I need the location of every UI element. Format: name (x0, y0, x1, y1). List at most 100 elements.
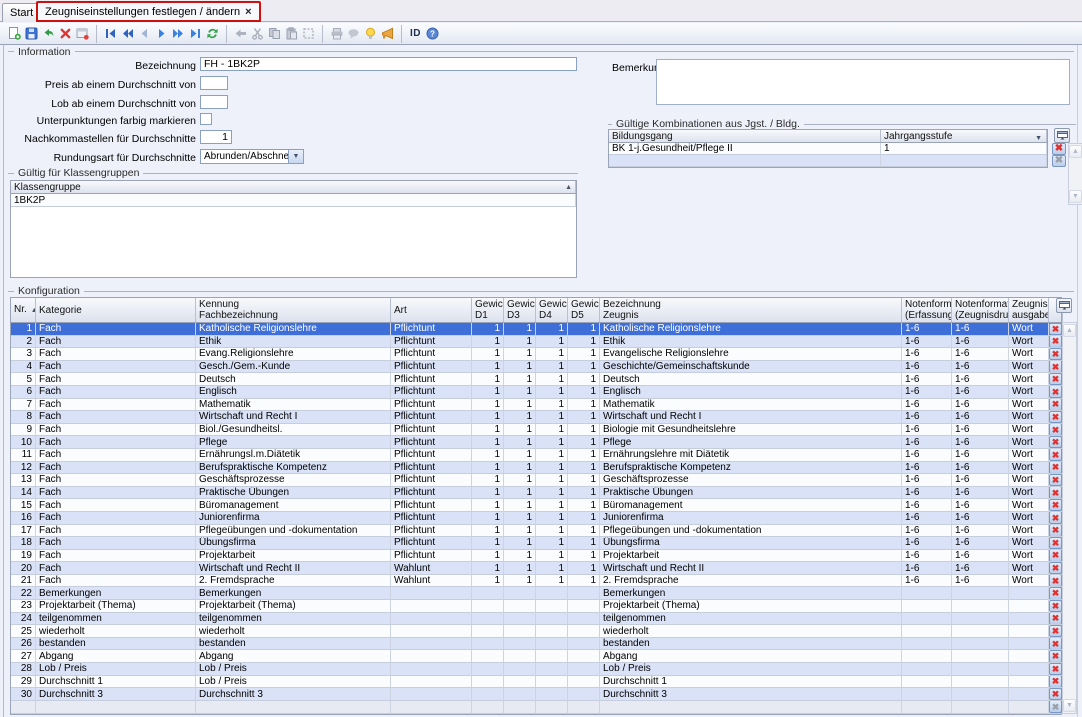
rundungsart-dropdown-button[interactable]: ▼ (288, 150, 303, 163)
delete-row-icon[interactable]: ✖ (1049, 562, 1062, 574)
tab-zeugniseinstellungen-close-icon[interactable]: × (245, 7, 251, 17)
nav-fast-prev-icon[interactable] (119, 25, 136, 43)
konfiguration-row[interactable]: 7FachMathematikPflichtunt1111Mathematik1… (11, 399, 1061, 412)
nav-fast-next-icon[interactable] (170, 25, 187, 43)
delete-row-icon[interactable]: ✖ (1049, 575, 1062, 587)
delete-row-icon[interactable]: ✖ (1049, 650, 1062, 662)
nav-last-icon[interactable] (187, 25, 204, 43)
scroll-up-icon[interactable]: ▲ (1063, 324, 1076, 337)
konfiguration-row[interactable]: 13FachGeschäftsprozessePflichtunt1111Ges… (11, 474, 1061, 487)
klassengruppen-row[interactable]: 1BK2P (11, 194, 576, 207)
refresh-icon[interactable] (204, 25, 221, 43)
copy-icon[interactable] (266, 25, 283, 43)
delete-row-icon[interactable]: ✖ (1049, 638, 1062, 650)
nav-prev-icon[interactable] (136, 25, 153, 43)
kombinationen-col-jahrgangsstufe[interactable]: Jahrgangsstufe ▼ (881, 130, 1047, 142)
delete-row-icon[interactable]: ✖ (1049, 373, 1062, 385)
konfiguration-row[interactable]: 29Durchschnitt 1Lob / PreisDurchschnitt … (11, 676, 1061, 689)
kombinationen-scrollbar[interactable]: ▲ ▼ (1068, 143, 1082, 205)
konfiguration-col-gewicht-d5[interactable]: GewichtD5 (568, 298, 600, 322)
new-record-icon[interactable] (6, 25, 23, 43)
konfiguration-col-zeugnisausgabe[interactable]: Zeugnis-ausgabe (1009, 298, 1049, 322)
delete-row-icon[interactable]: ✖ (1049, 550, 1062, 562)
save-icon[interactable] (23, 25, 40, 43)
delete-row-icon[interactable]: ✖ (1049, 348, 1062, 360)
konfiguration-row[interactable]: 6FachEnglischPflichtunt1111Englisch1-61-… (11, 386, 1061, 399)
delete-row-icon[interactable]: ✖ (1049, 487, 1062, 499)
delete-row-icon[interactable]: ✖ (1049, 587, 1062, 599)
konfiguration-row[interactable]: 10FachPflegePflichtunt1111Pflege1-61-6Wo… (11, 436, 1061, 449)
konfiguration-row[interactable]: 25wiederholtwiederholtwiederholt✖ (11, 625, 1061, 638)
konfiguration-col-gewicht-d4[interactable]: GewichtD4 (536, 298, 568, 322)
konfiguration-row[interactable]: 30Durchschnitt 3Durchschnitt 3Durchschni… (11, 688, 1061, 701)
konfiguration-row[interactable]: 23Projektarbeit (Thema)Projektarbeit (Th… (11, 600, 1061, 613)
delete-row-icon[interactable]: ✖ (1049, 462, 1062, 474)
konfiguration-col-notenformat-erfassung[interactable]: Notenformat(Erfassung) (902, 298, 952, 322)
delete-row-icon[interactable]: ✖ (1049, 411, 1062, 423)
konfiguration-row[interactable]: 11FachErnährungsl.m.DiätetikPflichtunt11… (11, 449, 1061, 462)
konfiguration-col-kennung[interactable]: KennungFachbezeichnung (196, 298, 391, 322)
konfiguration-row[interactable]: 3FachEvang.ReligionslehrePflichtunt1111E… (11, 348, 1061, 361)
bemerkung-textarea[interactable] (656, 59, 1070, 105)
delete-row-icon[interactable]: ✖ (1049, 613, 1062, 625)
delete-row-icon[interactable]: ✖ (1049, 525, 1062, 537)
unterpunktungen-checkbox[interactable] (200, 113, 212, 125)
lob-ab-durchschnitt-input[interactable] (200, 95, 228, 109)
konfiguration-row[interactable]: 15FachBüromanagementPflichtunt1111Büroma… (11, 499, 1061, 512)
delete-row-icon[interactable]: ✖ (1049, 436, 1062, 448)
delete-row-icon[interactable]: ✖ (1049, 499, 1062, 511)
konfiguration-row[interactable]: 5FachDeutschPflichtunt1111Deutsch1-61-6W… (11, 373, 1061, 386)
konfiguration-col-gewicht-d1[interactable]: GewichtD1 (472, 298, 504, 322)
rundungsart-select[interactable]: Abrunden/Abschneiden ▼ (200, 149, 304, 164)
konfiguration-row[interactable]: 17FachPflegeübungen und -dokumentationPf… (11, 525, 1061, 538)
konfiguration-row[interactable]: 18FachÜbungsfirmaPflichtunt1111Übungsfir… (11, 537, 1061, 550)
konfiguration-row[interactable]: 14FachPraktische ÜbungenPflichtunt1111Pr… (11, 487, 1061, 500)
delete-row-icon[interactable]: ✖ (1052, 143, 1066, 155)
konfiguration-row[interactable]: 16FachJuniorenfirmaPflichtunt1111Juniore… (11, 512, 1061, 525)
konfiguration-row[interactable]: 8FachWirtschaft und Recht IPflichtunt111… (11, 411, 1061, 424)
delete-row-icon[interactable]: ✖ (1052, 155, 1066, 167)
konfiguration-new-row[interactable]: ✖ (11, 701, 1061, 714)
konfiguration-col-nr[interactable]: Nr.▲ (11, 298, 36, 322)
comment-icon[interactable] (345, 25, 362, 43)
konfiguration-row[interactable]: 27AbgangAbgangAbgang✖ (11, 650, 1061, 663)
konfiguration-scrollbar[interactable]: ▲ ▼ (1062, 322, 1077, 714)
delete-row-icon[interactable]: ✖ (1049, 537, 1062, 549)
undo-icon[interactable] (40, 25, 57, 43)
delete-row-icon[interactable]: ✖ (1049, 474, 1062, 486)
delete-row-icon[interactable]: ✖ (1049, 399, 1062, 411)
tab-zeugniseinstellungen[interactable]: Zeugniseinstellungen festlegen / ändern … (36, 1, 261, 22)
kombinationen-row[interactable]: BK 1-j.Gesundheit/Pflege II1 (609, 143, 1047, 155)
konfiguration-row[interactable]: 19FachProjektarbeitPflichtunt1111Projekt… (11, 550, 1061, 563)
edit-form-icon[interactable] (74, 25, 91, 43)
konfiguration-col-kategorie[interactable]: Kategorie (36, 298, 196, 322)
delete-row-icon[interactable]: ✖ (1049, 512, 1062, 524)
konfiguration-row[interactable]: 28Lob / PreisLob / PreisLob / Preis✖ (11, 663, 1061, 676)
klassengruppen-col-klassengruppe[interactable]: Klassengruppe ▲ (11, 181, 576, 193)
konfiguration-col-notenformat-zeugnisdruck[interactable]: Notenformat(Zeugnisdruck) (952, 298, 1009, 322)
print-icon[interactable] (328, 25, 345, 43)
back-arrow-icon[interactable] (232, 25, 249, 43)
delete-row-icon[interactable]: ✖ (1049, 449, 1062, 461)
konfiguration-row[interactable]: 24teilgenommenteilgenommenteilgenommen✖ (11, 613, 1061, 626)
delete-row-icon[interactable]: ✖ (1049, 386, 1062, 398)
konfiguration-row[interactable]: 4FachGesch./Gem.-KundePflichtunt1111Gesc… (11, 361, 1061, 374)
delete-row-icon[interactable]: ✖ (1049, 600, 1062, 612)
delete-row-icon[interactable]: ✖ (1049, 336, 1062, 348)
konfiguration-col-zeugnis[interactable]: BezeichnungZeugnis (600, 298, 902, 322)
kombinationen-column-chooser-button[interactable] (1054, 128, 1070, 143)
nav-first-icon[interactable] (102, 25, 119, 43)
bezeichnung-input[interactable]: FH - 1BK2P (200, 57, 577, 71)
hint-bulb-icon[interactable] (362, 25, 379, 43)
help-icon[interactable]: ? (424, 25, 441, 43)
kombinationen-col-bildungsgang[interactable]: Bildungsgang (609, 130, 881, 142)
delete-row-icon[interactable]: ✖ (1049, 424, 1062, 436)
konfiguration-col-art[interactable]: Art (391, 298, 472, 322)
cut-icon[interactable] (249, 25, 266, 43)
delete-row-icon[interactable]: ✖ (1049, 323, 1062, 335)
konfiguration-row[interactable]: 12FachBerufspraktische KompetenzPflichtu… (11, 462, 1061, 475)
id-badge-icon[interactable]: ID (407, 25, 424, 43)
konfiguration-row[interactable]: 26bestandenbestandenbestanden✖ (11, 638, 1061, 651)
delete-row-icon[interactable]: ✖ (1049, 361, 1062, 373)
konfiguration-row[interactable]: 1FachKatholische ReligionslehrePflichtun… (11, 323, 1061, 336)
